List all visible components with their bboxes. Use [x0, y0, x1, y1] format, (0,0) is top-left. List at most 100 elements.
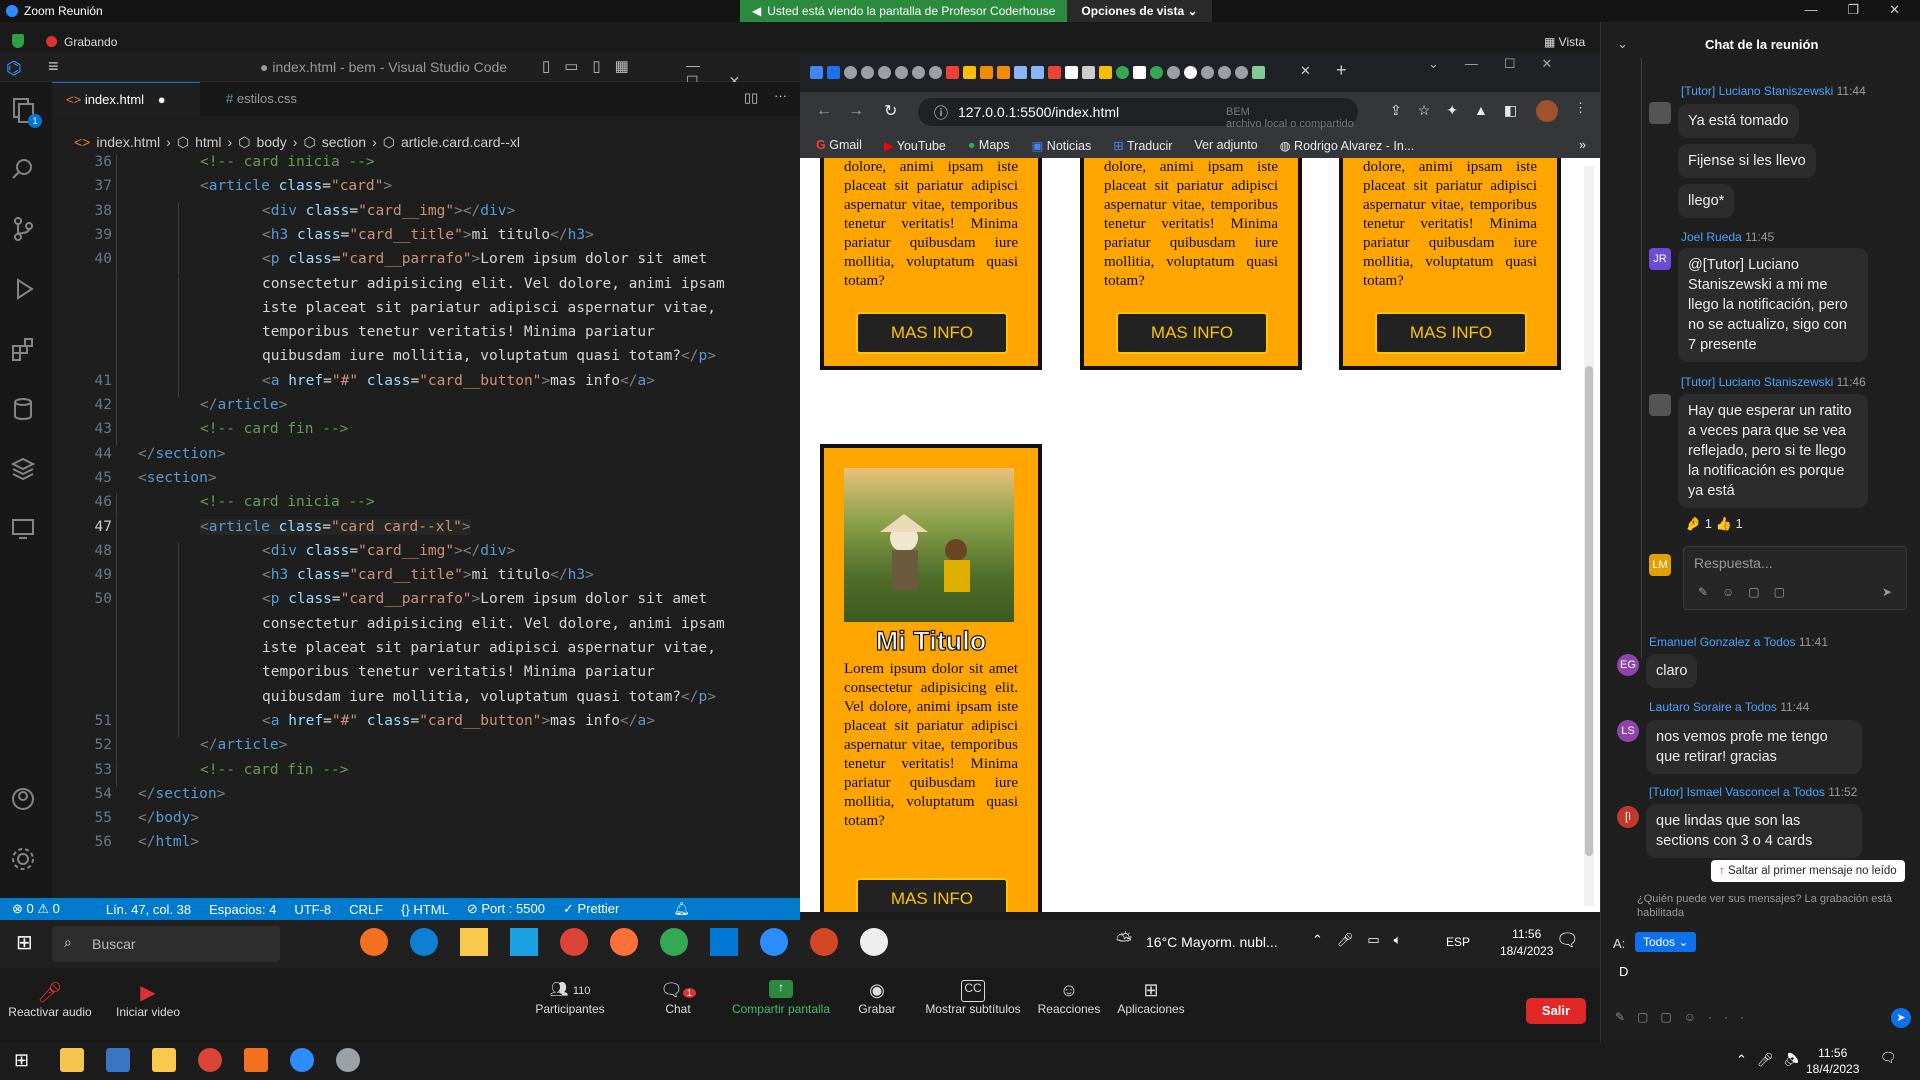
tray-icons[interactable]: ⌃🎤︎▭🔈︎ [1312, 932, 1415, 948]
share-screen-button[interactable]: ↑ Compartir pantalla [726, 980, 836, 1016]
taskbar-clock[interactable]: 11:56 18/4/2023 [1500, 926, 1553, 960]
chat-input-toolbar[interactable]: ✎▢▢☺··· [1615, 1010, 1756, 1024]
chevron-down-icon[interactable]: ⌄ [1617, 36, 1628, 52]
reply-toolbar-icons[interactable]: ✎☺▢▢ [1698, 585, 1799, 599]
explorer-icon[interactable]: 1 [10, 96, 42, 128]
breadcrumb-item[interactable]: article.card.card--xl [401, 134, 520, 150]
app-icon[interactable] [360, 928, 388, 956]
chrome-icon[interactable] [198, 1048, 222, 1072]
breadcrumb-item[interactable]: index.html [96, 134, 160, 150]
indentation-status[interactable]: Espacios: 4 [209, 902, 276, 917]
bookmark-rodrigo[interactable]: ◍ Rodrigo Alvarez - In... [1280, 138, 1415, 153]
windows-start-icon[interactable]: ⊞ [16, 930, 33, 955]
bookmark-ver-adjunto[interactable]: Ver adjunto [1194, 138, 1257, 152]
leave-button[interactable]: Salir [1526, 998, 1586, 1024]
bookmark-noticias[interactable]: ▣ Noticias [1032, 138, 1092, 153]
folder-icon[interactable] [460, 928, 488, 956]
browser-tab-favicons[interactable] [810, 66, 1265, 79]
breadcrumb-item[interactable]: section [322, 134, 366, 150]
more-actions-icon[interactable]: ··· [774, 88, 787, 103]
weather-text[interactable]: 16°C Mayorm. nubl... [1146, 934, 1278, 950]
back-icon[interactable]: ← [816, 102, 832, 120]
eol-status[interactable]: CRLF [349, 902, 383, 917]
taskbar-search[interactable]: ⌕ Buscar [52, 926, 280, 962]
taskbar-apps[interactable] [360, 928, 888, 956]
bookmark-maps[interactable]: ● Maps [968, 138, 1010, 152]
close-tab-icon[interactable]: ✕ [1300, 63, 1311, 79]
chrome-icon[interactable] [560, 928, 588, 956]
os-tray-icons[interactable]: ⌃🎤︎🔈︎ [1736, 1052, 1810, 1068]
more-menu-icon[interactable]: ⋮ [1574, 100, 1587, 116]
extension-icons[interactable]: ⇪☆✦▲◧ [1390, 102, 1533, 119]
split-editor-icon[interactable]: ▯▯ [744, 90, 758, 106]
mas-info-button[interactable]: MAS INFO [856, 312, 1008, 354]
bookmark-gmail[interactable]: G Gmail [816, 138, 862, 152]
app-icon[interactable] [244, 1048, 268, 1072]
reactions-button[interactable]: ☺ Reacciones [1036, 980, 1102, 1016]
tab-estilos-css[interactable]: # estilos.css [212, 82, 352, 116]
vscode-icon[interactable] [710, 928, 738, 956]
zoom-icon[interactable] [760, 928, 788, 956]
tab-index-html[interactable]: <> index.html ● [52, 82, 200, 116]
app-icon[interactable] [60, 1048, 84, 1072]
chat-button[interactable]: 🗨︎ 1 Chat [650, 980, 706, 1016]
app-icon[interactable] [336, 1048, 360, 1072]
language-indicator[interactable]: ESP [1446, 935, 1470, 949]
layers-icon[interactable] [10, 456, 40, 486]
database-icon[interactable] [10, 396, 40, 426]
notifications-icon[interactable]: 🗨︎ [1880, 1050, 1897, 1066]
os-taskbar-apps[interactable] [60, 1048, 360, 1072]
language-status[interactable]: {} HTML [401, 902, 449, 917]
calculator-icon[interactable] [106, 1048, 130, 1072]
encoding-status[interactable]: UTF-8 [294, 902, 331, 917]
extensions-icon[interactable] [10, 336, 40, 366]
mute-button[interactable]: 🎤︎ Reactivar audio [8, 980, 92, 1019]
menu-icon[interactable]: ≡ [48, 56, 59, 77]
close-icon[interactable]: ✕ [1889, 2, 1900, 18]
mas-info-button[interactable]: MAS INFO [1375, 312, 1527, 354]
apps-button[interactable]: ⊞ Aplicaciones [1116, 980, 1186, 1016]
windows-start-icon[interactable]: ⊞ [14, 1050, 29, 1071]
new-tab-icon[interactable]: + [1336, 60, 1347, 81]
jump-unread-button[interactable]: ↑ Saltar al primer mensaje no leído [1711, 860, 1905, 882]
os-clock[interactable]: 11:56 18/4/2023 [1806, 1045, 1859, 1077]
port-status[interactable]: ⊘ Port : 5500 [467, 901, 545, 917]
more-bookmarks-icon[interactable]: » [1579, 138, 1586, 152]
mas-info-button[interactable]: MAS INFO [856, 878, 1008, 912]
record-button[interactable]: ◉ Grabar [852, 980, 902, 1016]
breadcrumb-item[interactable]: html [195, 134, 221, 150]
recipient-select[interactable]: Todos ⌄ [1635, 932, 1697, 952]
code-editor[interactable]: 36 <!-- card inicia --> 37 <article class="… [52, 154, 800, 850]
maximize-icon[interactable]: ❐ [1847, 2, 1859, 18]
run-debug-icon[interactable] [10, 276, 40, 306]
bookmark-youtube[interactable]: ▶ YouTube [884, 138, 946, 153]
folder-icon[interactable] [152, 1048, 176, 1072]
breadcrumb-item[interactable]: body [256, 134, 286, 150]
layout-icons[interactable]: ▯▭▯▦ [542, 57, 643, 75]
message-reactions[interactable]: 🤌 1 👍 1 [1685, 516, 1743, 532]
chat-privacy-note[interactable]: ¿Quién puede ver sus mensajes? La grabac… [1637, 892, 1913, 920]
powerpoint-icon[interactable] [810, 928, 838, 956]
minimize-icon[interactable]: — [1804, 2, 1817, 18]
obs-icon[interactable] [860, 928, 888, 956]
bookmark-traducir[interactable]: ⊞ Traducir [1113, 138, 1172, 153]
edge-icon[interactable] [410, 928, 438, 956]
subtitles-button[interactable]: CC Mostrar subtítulos [920, 980, 1026, 1016]
browser-window-controls[interactable]: ⌄—☐✕ [1428, 56, 1578, 72]
problems-status[interactable]: ⊗ 0 ⚠ 0 [12, 901, 60, 917]
reload-icon[interactable]: ↻ [884, 101, 897, 121]
send-button[interactable]: ➤ [1891, 1008, 1911, 1028]
l-app-icon[interactable] [510, 928, 538, 956]
page-scrollbar[interactable] [1584, 166, 1594, 906]
notifications-icon[interactable]: 🗨︎ [1556, 930, 1579, 951]
gear-icon[interactable] [10, 846, 40, 876]
participants-button[interactable]: 👥︎ 110 Participantes [530, 980, 610, 1016]
account-icon[interactable] [10, 786, 40, 816]
firefox-icon[interactable] [610, 928, 638, 956]
view-options-button[interactable]: Opciones de vista ⌄ [1067, 0, 1212, 22]
chat-input[interactable]: D [1619, 964, 1628, 979]
search-icon[interactable] [10, 156, 40, 186]
bell-icon[interactable]: 🔔︎ [673, 901, 690, 917]
cursor-position[interactable]: Lín. 47, col. 38 [106, 902, 191, 917]
mas-info-button[interactable]: MAS INFO [1116, 312, 1268, 354]
